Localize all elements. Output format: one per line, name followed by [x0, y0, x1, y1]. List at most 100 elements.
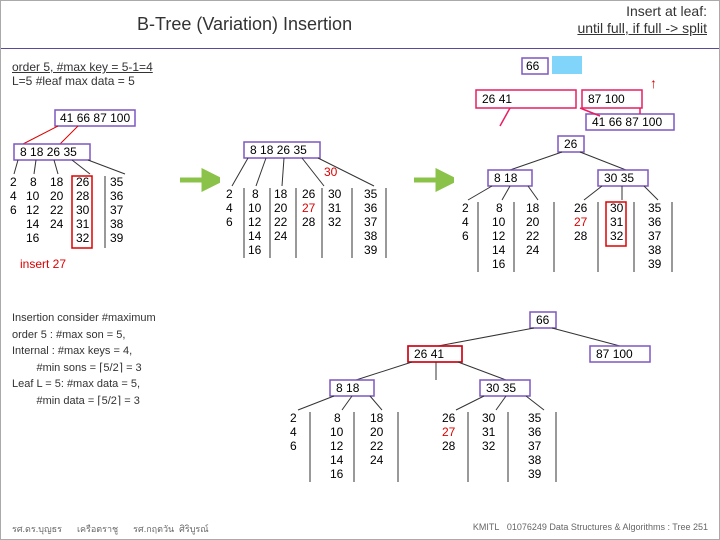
svg-text:18: 18	[370, 411, 384, 425]
svg-text:22: 22	[370, 439, 384, 453]
svg-text:35: 35	[648, 201, 662, 215]
svg-text:18: 18	[526, 201, 540, 215]
svg-text:26 41: 26 41	[414, 347, 444, 361]
svg-text:31: 31	[610, 215, 624, 229]
svg-text:6: 6	[462, 229, 469, 243]
notes-line: #min data = ⌈5/2⌉ = 3	[12, 393, 212, 410]
arrow-right-icon	[180, 168, 220, 192]
svg-text:35: 35	[364, 187, 378, 201]
svg-text:39: 39	[528, 467, 542, 481]
order-text: order 5, #max key = 5-1=4	[12, 60, 153, 74]
svg-text:20: 20	[50, 189, 64, 203]
svg-text:27: 27	[442, 425, 456, 439]
notes-block: Insertion consider #maximum order 5 : #m…	[12, 310, 212, 409]
svg-text:36: 36	[364, 201, 378, 215]
insert-label: insert 27	[20, 257, 66, 271]
svg-text:87 100: 87 100	[588, 92, 625, 106]
top-right-boxes: 66 ↑ 26 41 87 100 41 66 87 100	[470, 56, 700, 136]
split-leaf-text: Insert at leaf:	[626, 3, 707, 19]
svg-text:18: 18	[50, 175, 64, 189]
svg-text:37: 37	[364, 215, 378, 229]
svg-text:30 35: 30 35	[604, 171, 634, 185]
footer-right: KMITL 01076249 Data Structures & Algorit…	[473, 522, 708, 536]
svg-text:26: 26	[302, 187, 316, 201]
svg-text:28: 28	[442, 439, 456, 453]
tree4-diagram: 66 26 41 87 100 8 18 30 35 246 810121416…	[260, 310, 690, 520]
svg-text:27: 27	[302, 201, 316, 215]
svg-text:16: 16	[492, 257, 506, 271]
svg-text:10: 10	[248, 201, 262, 215]
svg-text:30: 30	[328, 187, 342, 201]
svg-text:18: 18	[274, 187, 288, 201]
footer-left: รศ.ดร.บุญธร เครือตราชู รศ.กฤตวัน ศิริบูร…	[12, 522, 209, 536]
svg-text:37: 37	[648, 229, 662, 243]
svg-text:41 66 87 100: 41 66 87 100	[60, 111, 130, 125]
svg-text:4: 4	[226, 201, 233, 215]
svg-text:20: 20	[274, 201, 288, 215]
svg-text:27: 27	[574, 215, 588, 229]
svg-text:36: 36	[648, 215, 662, 229]
svg-text:14: 14	[26, 217, 40, 231]
svg-text:22: 22	[274, 215, 288, 229]
svg-text:10: 10	[26, 189, 40, 203]
svg-text:↑: ↑	[650, 75, 657, 91]
svg-text:12: 12	[26, 203, 40, 217]
svg-text:10: 10	[492, 215, 506, 229]
svg-text:38: 38	[110, 217, 124, 231]
notes-line: order 5 : #max son = 5,	[12, 327, 212, 344]
svg-text:39: 39	[110, 231, 124, 245]
svg-text:39: 39	[364, 243, 378, 257]
split-note: Insert at leaf: until full, if full -> s…	[577, 3, 707, 37]
svg-text:26: 26	[564, 137, 578, 151]
notes-line: #min sons = ⌈5/2⌉ = 3	[12, 360, 212, 377]
svg-text:39: 39	[648, 257, 662, 271]
svg-text:2: 2	[226, 187, 233, 201]
svg-text:2: 2	[462, 201, 469, 215]
arrow-right-icon	[414, 168, 454, 192]
svg-text:16: 16	[248, 243, 262, 257]
svg-text:8: 8	[334, 411, 341, 425]
svg-text:24: 24	[370, 453, 384, 467]
svg-text:37: 37	[528, 439, 542, 453]
svg-text:20: 20	[370, 425, 384, 439]
svg-text:38: 38	[364, 229, 378, 243]
tree1-diagram: 41 66 87 100 8 18 26 35 246 810121416 18…	[10, 108, 180, 298]
svg-text:2: 2	[10, 175, 17, 189]
svg-text:32: 32	[328, 215, 342, 229]
leaf-text: L=5 #leaf max data = 5	[12, 74, 135, 88]
tree2-diagram: 8 18 26 35 30 246 810121416 18202224 262…	[224, 140, 414, 300]
svg-text:8 18: 8 18	[336, 381, 360, 395]
page-title: B-Tree (Variation) Insertion	[137, 14, 352, 35]
svg-text:8 18 26 35: 8 18 26 35	[250, 143, 307, 157]
svg-text:4: 4	[462, 215, 469, 229]
tree3-diagram: 26 8 18 30 35 246 810121416 18202224 262…	[458, 134, 708, 304]
svg-text:31: 31	[328, 201, 342, 215]
svg-text:24: 24	[50, 217, 64, 231]
svg-text:26: 26	[574, 201, 588, 215]
svg-text:28: 28	[302, 215, 316, 229]
svg-text:12: 12	[248, 215, 262, 229]
svg-text:22: 22	[50, 203, 64, 217]
notes-line: Internal : #max keys = 4,	[12, 343, 212, 360]
svg-text:14: 14	[492, 243, 506, 257]
svg-text:24: 24	[274, 229, 288, 243]
svg-text:22: 22	[526, 229, 540, 243]
svg-text:6: 6	[290, 439, 297, 453]
svg-text:41 66 87 100: 41 66 87 100	[592, 115, 662, 129]
svg-text:14: 14	[330, 453, 344, 467]
svg-text:26: 26	[76, 175, 90, 189]
svg-text:30: 30	[610, 201, 624, 215]
svg-text:35: 35	[110, 175, 124, 189]
svg-text:8 18: 8 18	[494, 171, 518, 185]
svg-text:20: 20	[526, 215, 540, 229]
svg-text:4: 4	[290, 425, 297, 439]
svg-text:31: 31	[76, 217, 90, 231]
svg-text:66: 66	[536, 313, 550, 327]
split-rule-text: until full, if full -> split	[577, 20, 707, 36]
svg-text:6: 6	[226, 215, 233, 229]
svg-text:8: 8	[252, 187, 259, 201]
svg-text:16: 16	[330, 467, 344, 481]
svg-text:38: 38	[648, 243, 662, 257]
svg-text:30: 30	[76, 203, 90, 217]
svg-text:24: 24	[526, 243, 540, 257]
